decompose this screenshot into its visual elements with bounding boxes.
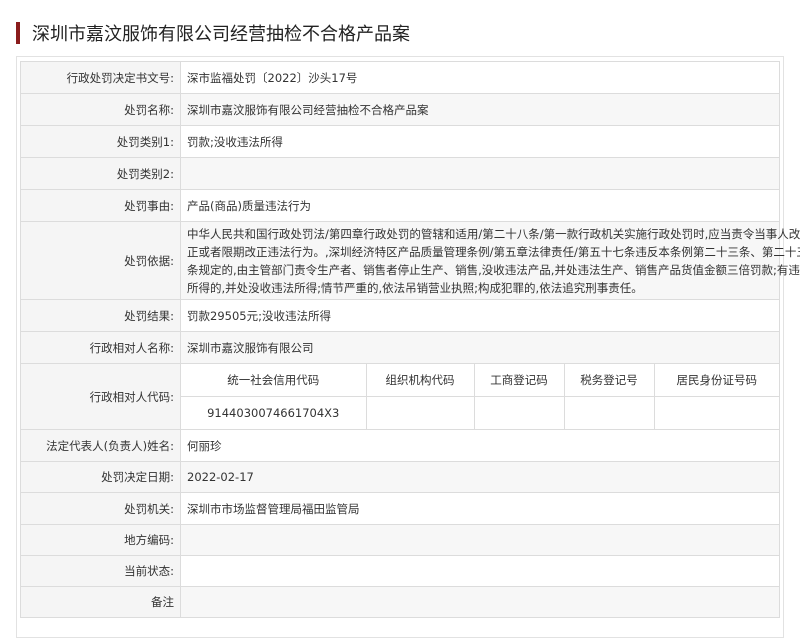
row-result: 处罚结果: 罚款29505元;没收违法所得: [20, 299, 780, 332]
code-value-id: [653, 396, 779, 429]
basis-line: 正或者限期改正违法行为。,深圳经济特区产品质量管理条例/第五章法律责任/第五十七…: [187, 244, 800, 259]
value-case-name: 深圳市嘉汶服饰有限公司经营抽检不合格产品案: [180, 93, 780, 126]
value-category1: 罚款;没收违法所得: [180, 125, 780, 158]
page-header: 深圳市嘉汶服饰有限公司经营抽检不合格产品案: [16, 20, 410, 46]
row-authority: 处罚机关: 深圳市市场监督管理局福田监管局: [20, 492, 780, 525]
row-region-code: 地方编码:: [20, 524, 780, 556]
value-status: [180, 555, 780, 587]
basis-line: 所得的,并处没收违法所得;情节严重的,依法吊销营业执照;构成犯罪的,依法追究刑事…: [187, 280, 643, 295]
value-region-code: [180, 524, 780, 556]
row-status: 当前状态:: [20, 555, 780, 587]
label-category2: 处罚类别2:: [20, 157, 181, 190]
page: 深圳市嘉汶服饰有限公司经营抽检不合格产品案 行政处罚决定书文号: 深市监福处罚〔…: [0, 0, 800, 644]
code-value-business: [473, 396, 565, 429]
value-remark: [180, 586, 780, 618]
page-title: 深圳市嘉汶服饰有限公司经营抽检不合格产品案: [32, 24, 410, 45]
basis-line: 中华人民共和国行政处罚法/第四章行政处罚的管辖和适用/第二十八条/第一款行政机关…: [187, 226, 800, 241]
label-category1: 处罚类别1:: [20, 125, 181, 158]
label-reason: 处罚事由:: [20, 189, 181, 222]
row-party-code: 行政相对人代码: 统一社会信用代码 组织机构代码 工商登记码 税务登记号 居民身…: [20, 363, 780, 430]
row-legal-rep: 法定代表人(负责人)姓名: 何丽珍: [20, 429, 780, 462]
row-doc-no: 行政处罚决定书文号: 深市监福处罚〔2022〕沙头17号: [20, 61, 780, 94]
row-category2: 处罚类别2:: [20, 157, 780, 190]
label-result: 处罚结果:: [20, 299, 181, 332]
label-authority: 处罚机关:: [20, 492, 181, 525]
value-doc-no: 深市监福处罚〔2022〕沙头17号: [180, 61, 780, 94]
code-header-tax: 税务登记号: [563, 364, 655, 397]
label-status: 当前状态:: [20, 555, 181, 587]
label-party-code: 行政相对人代码:: [20, 363, 181, 430]
value-category2: [180, 157, 780, 190]
row-party-name: 行政相对人名称: 深圳市嘉汶服饰有限公司: [20, 331, 780, 364]
label-doc-no: 行政处罚决定书文号:: [20, 61, 181, 94]
code-value-org: [365, 396, 475, 429]
label-decision-date: 处罚决定日期:: [20, 461, 181, 493]
row-basis: 处罚依据: 中华人民共和国行政处罚法/第四章行政处罚的管辖和适用/第二十八条/第…: [20, 221, 800, 300]
party-code-header-row: 统一社会信用代码 组织机构代码 工商登记码 税务登记号 居民身份证号码: [181, 364, 779, 397]
value-decision-date: 2022-02-17: [180, 461, 780, 493]
label-legal-rep: 法定代表人(负责人)姓名:: [20, 429, 181, 462]
label-party-name: 行政相对人名称:: [20, 331, 181, 364]
party-code-value-row: 9144030074661704X3: [181, 396, 779, 429]
code-header-org: 组织机构代码: [365, 364, 475, 397]
code-header-id: 居民身份证号码: [653, 364, 779, 397]
value-legal-rep: 何丽珍: [180, 429, 780, 462]
value-basis: 中华人民共和国行政处罚法/第四章行政处罚的管辖和适用/第二十八条/第一款行政机关…: [180, 221, 800, 300]
row-case-name: 处罚名称: 深圳市嘉汶服饰有限公司经营抽检不合格产品案: [20, 93, 780, 126]
value-reason: 产品(商品)质量违法行为: [180, 189, 780, 222]
basis-line: 条规定的,由主管部门责令生产者、销售者停止生产、销售,没收违法产品,并处违法生产…: [187, 262, 800, 277]
label-region-code: 地方编码:: [20, 524, 181, 556]
label-basis: 处罚依据:: [20, 221, 181, 300]
code-header-credit: 统一社会信用代码: [181, 364, 367, 397]
title-accent-bar: [16, 22, 20, 44]
code-value-credit: 9144030074661704X3: [181, 396, 367, 429]
party-code-table: 统一社会信用代码 组织机构代码 工商登记码 税务登记号 居民身份证号码 9144…: [181, 364, 779, 429]
code-header-business: 工商登记码: [473, 364, 565, 397]
row-decision-date: 处罚决定日期: 2022-02-17: [20, 461, 780, 493]
row-reason: 处罚事由: 产品(商品)质量违法行为: [20, 189, 780, 222]
row-remark: 备注: [20, 586, 780, 618]
value-result: 罚款29505元;没收违法所得: [180, 299, 780, 332]
value-authority: 深圳市市场监督管理局福田监管局: [180, 492, 780, 525]
label-case-name: 处罚名称:: [20, 93, 181, 126]
code-value-tax: [563, 396, 655, 429]
label-remark: 备注: [20, 586, 181, 618]
value-party-name: 深圳市嘉汶服饰有限公司: [180, 331, 780, 364]
party-code-cell: 统一社会信用代码 组织机构代码 工商登记码 税务登记号 居民身份证号码 9144…: [180, 363, 780, 430]
row-category1: 处罚类别1: 罚款;没收违法所得: [20, 125, 780, 158]
penalty-info-table: 行政处罚决定书文号: 深市监福处罚〔2022〕沙头17号 处罚名称: 深圳市嘉汶…: [20, 61, 800, 618]
